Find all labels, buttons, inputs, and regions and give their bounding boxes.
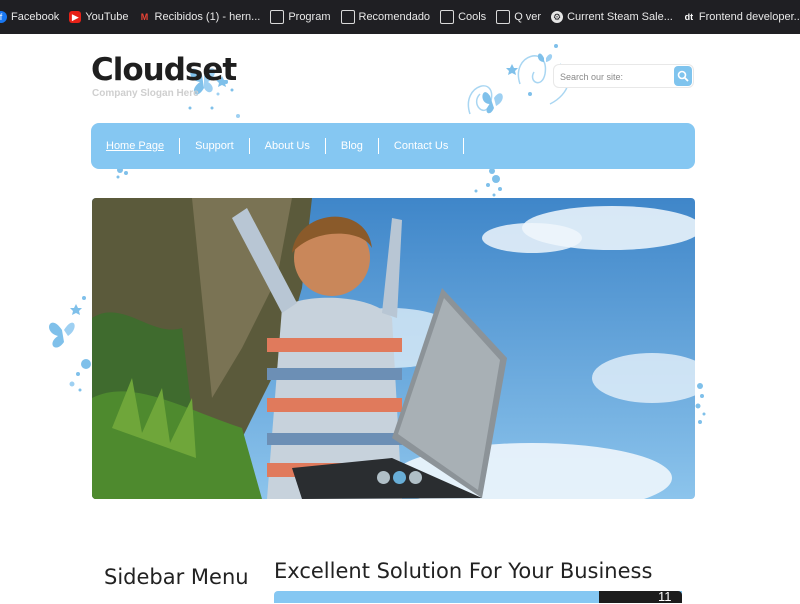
slider-dots (377, 471, 422, 484)
slider-dot-active[interactable] (393, 471, 406, 484)
bookmark-steam[interactable]: ⚙ Current Steam Sale... (551, 11, 673, 23)
bookmark-facebook[interactable]: f Facebook (0, 11, 59, 23)
nav-support[interactable]: Support (180, 138, 250, 154)
main-title: Excellent Solution For Your Business (274, 559, 653, 583)
folder-icon (440, 10, 455, 24)
bookmark-label: Cools (458, 11, 487, 23)
main-nav: Home Page Support About Us Blog Contact … (91, 123, 695, 169)
dt-icon: dt (682, 11, 695, 23)
slider-dot[interactable] (409, 471, 422, 484)
nav-blog[interactable]: Blog (326, 138, 379, 154)
bookmark-folder-recomendado[interactable]: Recomendado (340, 10, 431, 24)
bookmark-folder-q-ver[interactable]: Q ver (496, 10, 541, 24)
facebook-icon: f (0, 11, 7, 23)
nav-about-us[interactable]: About Us (250, 138, 326, 154)
hero-image (92, 198, 695, 499)
dots-decoration-right (695, 383, 706, 424)
search-input[interactable] (558, 68, 674, 86)
hero-slider (92, 198, 695, 499)
bookmark-label: Current Steam Sale... (567, 11, 673, 23)
bookmark-label: Recibidos (1) - hern... (154, 11, 261, 23)
folder-icon (270, 10, 285, 24)
bookmark-label: Frontend developer... (698, 11, 800, 23)
site-logo[interactable]: Cloudset (91, 52, 237, 88)
bookmark-frontend[interactable]: dt Frontend developer... (682, 11, 800, 23)
bookmark-label: Facebook (11, 11, 60, 23)
bookmark-label: YouTube (85, 11, 129, 23)
bookmark-label: Q ver (514, 11, 542, 23)
slider-dot[interactable] (377, 471, 390, 484)
bookmark-label: Program (288, 11, 331, 23)
nav-contact-us[interactable]: Contact Us (379, 138, 465, 154)
search-box (553, 64, 694, 88)
dots-decoration-nav-right (474, 168, 502, 197)
nav-home-page[interactable]: Home Page (106, 138, 181, 154)
bookmarks-bar: f Facebook ▶ YouTube M Recibidos (1) - h… (0, 0, 800, 34)
company-slogan: Company Slogan Here (92, 88, 199, 99)
content-badge: 11 (658, 589, 672, 604)
youtube-icon: ▶ (69, 11, 82, 23)
folder-icon (496, 10, 511, 24)
steam-icon: ⚙ (551, 11, 564, 23)
bookmark-folder-cools[interactable]: Cools (440, 10, 486, 24)
bookmark-folder-program[interactable]: Program (270, 10, 331, 24)
folder-icon (340, 10, 355, 24)
bookmark-youtube[interactable]: ▶ YouTube (69, 11, 129, 23)
gmail-icon: M (140, 12, 149, 22)
bookmark-gmail[interactable]: M Recibidos (1) - hern... (139, 11, 261, 23)
search-icon (677, 70, 689, 82)
bookmark-label: Recomendado (358, 11, 431, 23)
search-button[interactable] (674, 66, 692, 86)
sidebar-title: Sidebar Menu (104, 565, 249, 589)
butterfly-decoration-left (49, 296, 91, 392)
